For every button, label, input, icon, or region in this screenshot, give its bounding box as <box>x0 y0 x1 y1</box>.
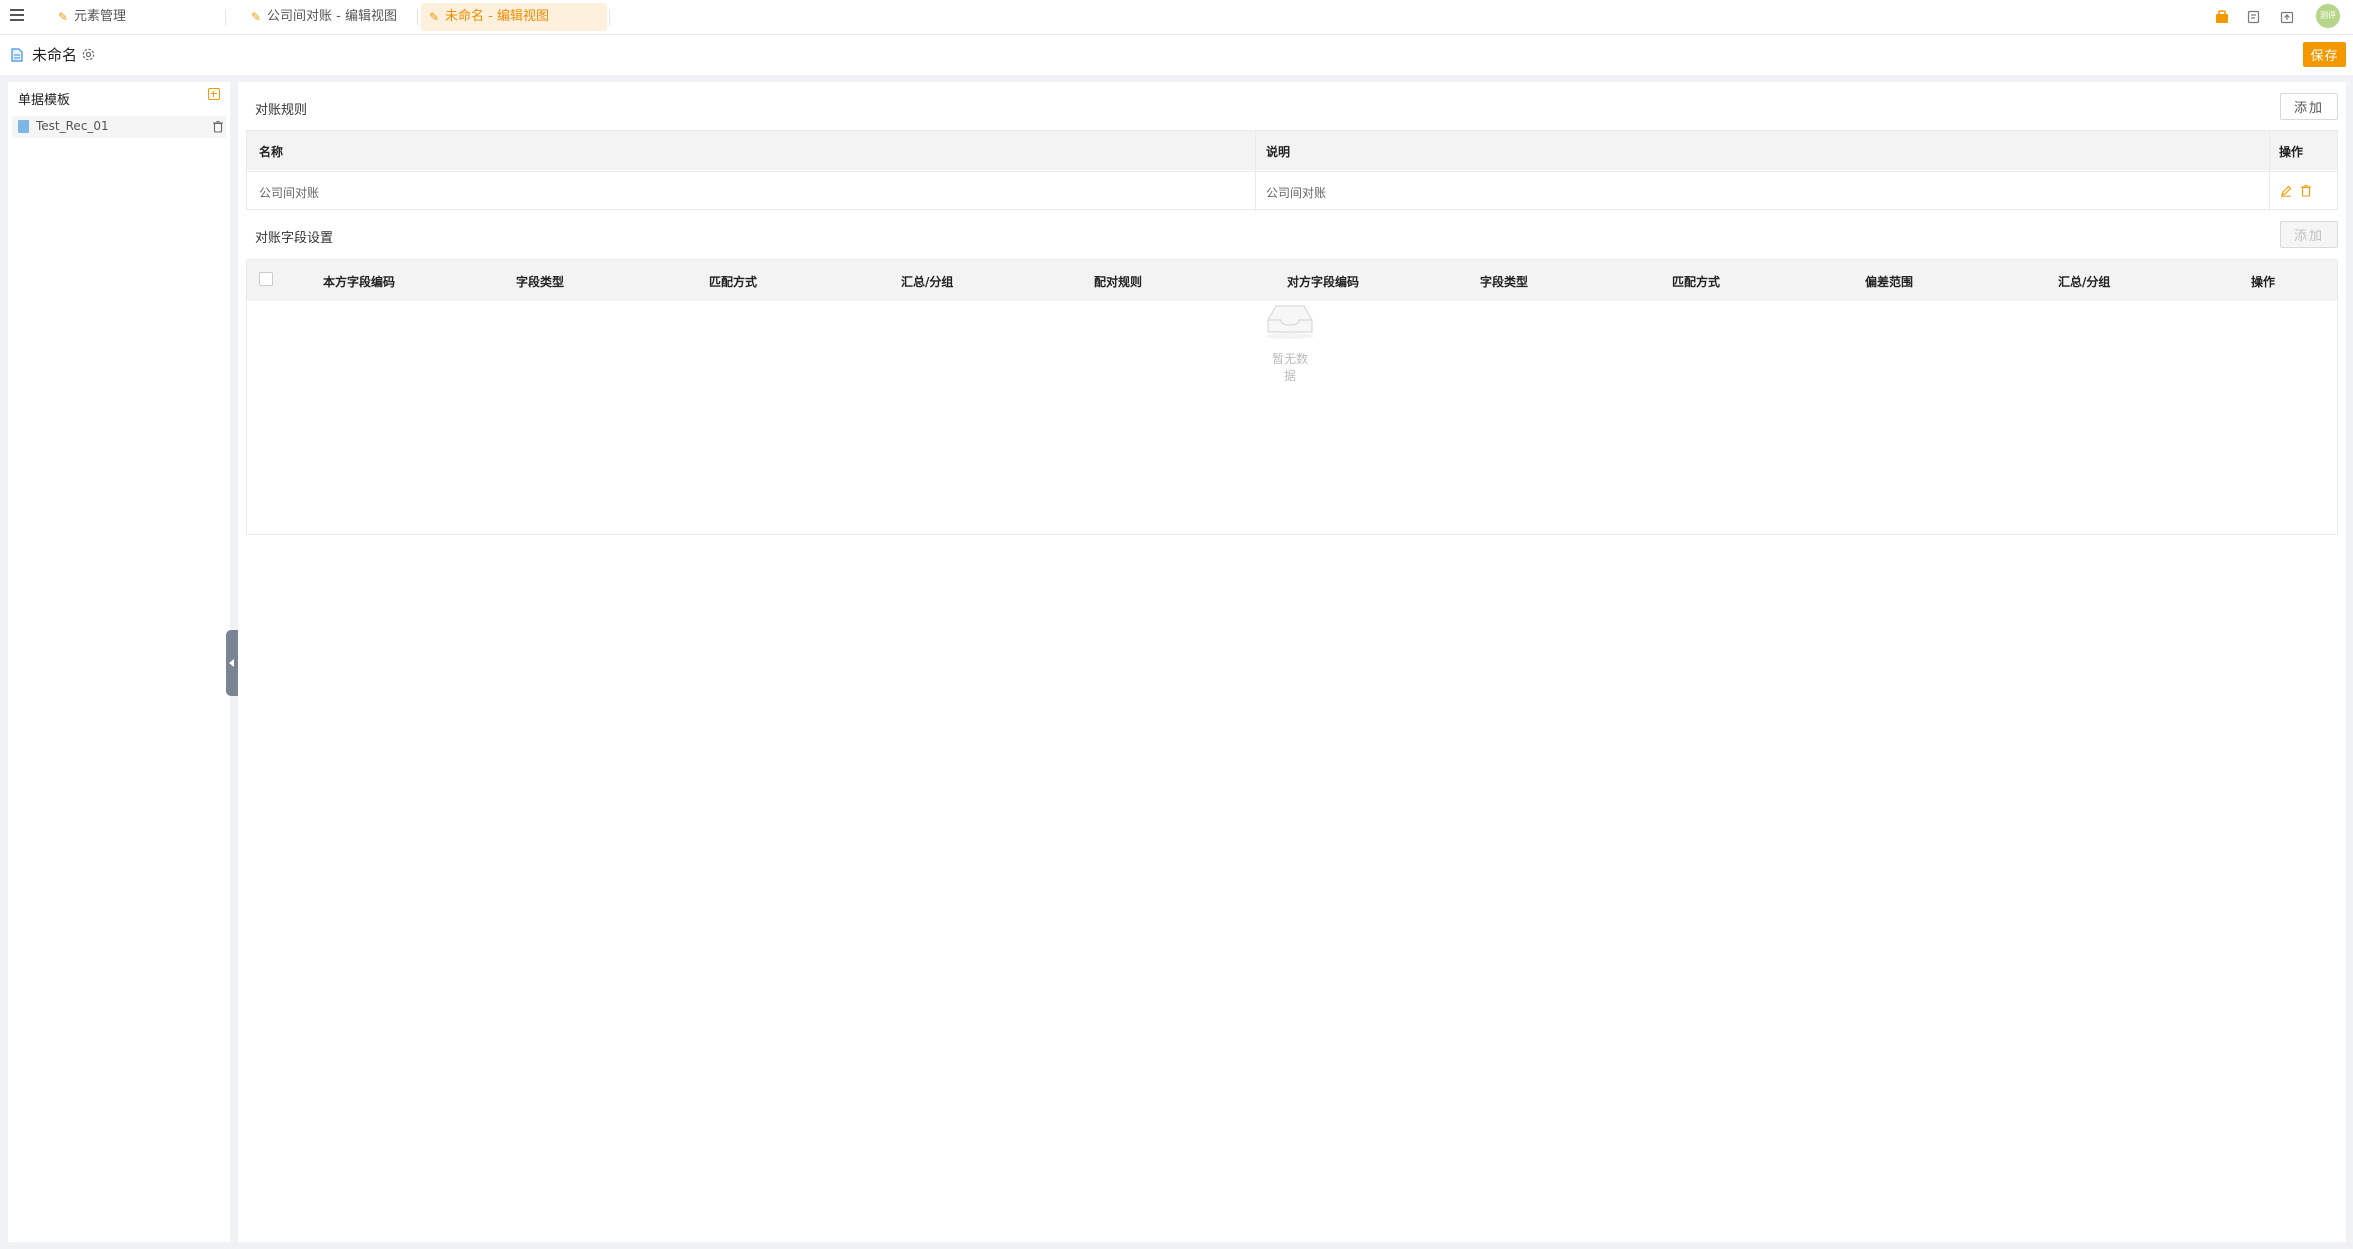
sidebar-item-test-rec-01[interactable]: Test_Rec_01 <box>12 116 226 138</box>
column-header-counterpart-summary-group: 汇总/分组 <box>2058 275 2111 289</box>
menu-icon[interactable] <box>10 9 24 23</box>
pin-icon: ✎ <box>429 10 440 24</box>
add-rule-button[interactable]: 添加 <box>2280 93 2338 120</box>
pin-icon: ✎ <box>251 10 262 24</box>
sidebar-title: 单据模板 <box>18 93 71 108</box>
trash-icon[interactable] <box>2300 184 2312 197</box>
chevron-left-icon[interactable] <box>226 630 238 696</box>
avatar[interactable]: 测评 <box>2316 4 2340 28</box>
column-header-counterpart-field-type: 字段类型 <box>1480 275 1529 289</box>
tab-untitled-edit[interactable]: ✎ 未命名 - 编辑视图 <box>421 3 607 31</box>
inbox-icon <box>1266 305 1314 339</box>
tab-divider <box>417 9 418 25</box>
tab-intercompany-edit[interactable]: ✎ 公司间对账 - 编辑视图 <box>243 3 413 31</box>
edit-icon[interactable] <box>2280 185 2292 197</box>
rules-table: 名称 说明 操作 公司间对账 公司间对账 <box>246 130 2338 212</box>
fields-table: 本方字段编码 字段类型 匹配方式 汇总/分组 配对规则 对方字段编码 字段类型 … <box>246 259 2338 535</box>
rule-description: 公司间对账 <box>1266 186 1327 200</box>
table-row[interactable]: 公司间对账 公司间对账 <box>247 171 2337 212</box>
rules-section-title: 对账规则 <box>255 103 308 118</box>
column-header-name: 名称 <box>259 145 284 159</box>
column-header-actions: 操作 <box>2251 275 2276 289</box>
form-icon[interactable] <box>2246 9 2262 25</box>
tab-divider <box>609 9 610 25</box>
main-panel: 对账规则 添加 名称 说明 操作 公司间对账 公司间对账 对账字段设置 添加 本… <box>238 82 2346 1242</box>
export-icon[interactable] <box>2279 9 2295 25</box>
template-sidebar: 单据模板 Test_Rec_01 <box>8 82 230 1242</box>
column-header-local-field-code: 本方字段编码 <box>323 275 396 289</box>
trash-icon[interactable] <box>212 120 224 133</box>
tab-divider <box>225 9 226 25</box>
column-header-actions: 操作 <box>2279 145 2304 159</box>
column-header-description: 说明 <box>1266 145 1291 159</box>
select-all-checkbox[interactable] <box>259 272 273 286</box>
page-title: 未命名 <box>32 46 78 64</box>
column-header-match-mode: 匹配方式 <box>709 275 758 289</box>
column-header-summary-group: 汇总/分组 <box>901 275 954 289</box>
briefcase-icon[interactable] <box>2214 9 2230 25</box>
tab-element-management[interactable]: ✎ 元素管理 <box>50 3 220 31</box>
document-icon <box>18 120 29 133</box>
empty-state-text: 暂无数据 <box>1271 352 1308 383</box>
column-header-counterpart-field-code: 对方字段编码 <box>1287 275 1360 289</box>
add-field-button[interactable]: 添加 <box>2280 221 2338 248</box>
document-icon <box>11 48 23 62</box>
fields-section-title: 对账字段设置 <box>255 231 334 246</box>
column-header-deviation-range: 偏差范围 <box>1865 275 1914 289</box>
save-button[interactable]: 保存 <box>2303 42 2346 67</box>
sidebar-item-label: Test_Rec_01 <box>36 119 109 133</box>
column-header-counterpart-match-mode: 匹配方式 <box>1672 275 1721 289</box>
tab-bar: ✎ 元素管理 ✎ 公司间对账 - 编辑视图 ✎ 未命名 - 编辑视图 测评 <box>0 0 2353 35</box>
table-header: 本方字段编码 字段类型 匹配方式 汇总/分组 配对规则 对方字段编码 字段类型 … <box>247 260 2337 301</box>
table-header: 名称 说明 操作 <box>247 131 2337 170</box>
column-header-field-type: 字段类型 <box>516 275 565 289</box>
column-header-pairing-rule: 配对规则 <box>1094 275 1143 289</box>
add-square-icon[interactable] <box>208 88 220 100</box>
gear-icon[interactable] <box>81 47 96 62</box>
rule-name: 公司间对账 <box>259 186 320 200</box>
pin-icon: ✎ <box>58 10 69 24</box>
page-header: 未命名 保存 <box>0 35 2353 75</box>
